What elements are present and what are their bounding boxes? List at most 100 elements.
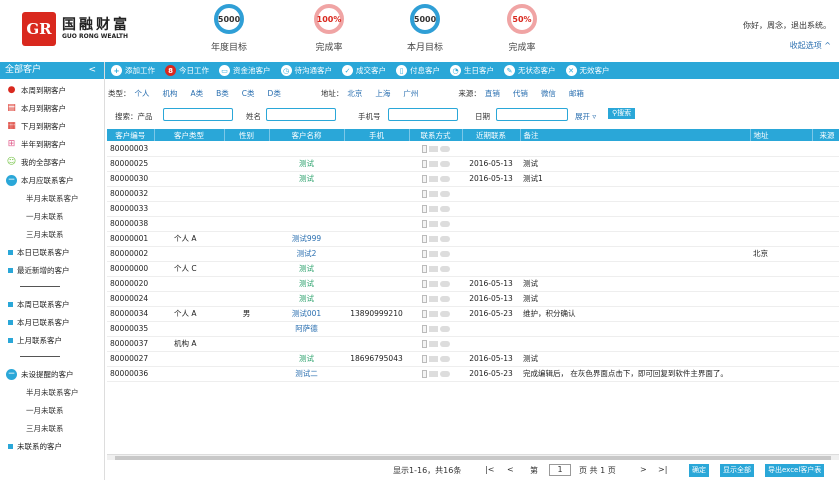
table-row[interactable]: 80000033 [107,201,839,217]
mail-icon[interactable] [428,311,438,317]
filter-source-link[interactable]: 直销 [485,88,500,99]
phone-icon[interactable] [421,325,427,333]
table-row[interactable]: 80000036 测试二 2016-05-23 完成编辑后， 在灰色界面点击下，即可回… [107,366,839,382]
mail-icon[interactable] [428,356,438,362]
page-number-input[interactable]: 1 [549,464,571,476]
fund-pool-button[interactable]: ▭ 资金池客户 [219,65,271,76]
table-row[interactable]: 80000000 个人 C 测试 [107,261,839,277]
pending-contact-button[interactable]: ◷ 待沟通客户 [280,65,332,76]
table-row[interactable]: 80000037 机构 A [107,336,839,352]
filter-type-link[interactable]: 个人 [135,88,150,99]
chat-icon[interactable] [439,236,450,242]
table-row[interactable]: 80000024 测试 2016-05-13 测试 [107,291,839,307]
mail-icon[interactable] [428,176,438,182]
phone-icon[interactable] [421,310,427,318]
mail-icon[interactable] [428,191,438,197]
phone-icon[interactable] [421,235,427,243]
mail-icon[interactable] [428,206,438,212]
mail-icon[interactable] [428,281,438,287]
phone-icon[interactable] [421,175,427,183]
mail-icon[interactable] [428,326,438,332]
invalid-customers-button[interactable]: ✕ 无效客户 [565,65,610,76]
mail-icon[interactable] [428,266,438,272]
column-header[interactable]: 手机 [344,129,410,141]
phone-icon[interactable] [421,370,427,378]
chat-icon[interactable] [439,176,450,182]
interest-customers-button[interactable]: ▯ 付息客户 [396,65,440,76]
chat-icon[interactable] [439,296,450,302]
phone-icon[interactable] [421,220,427,228]
filter-addr-link[interactable]: 广州 [403,88,418,99]
table-row[interactable]: 80000035 阿萨德 [107,321,839,337]
sidebar-item-last-month-contact[interactable]: 上月联系客户 [0,331,104,349]
sidebar-item-week-contacted[interactable]: 本周已联系客户 [0,295,104,313]
phone-icon[interactable] [421,144,427,153]
search-button[interactable]: ⚲搜索 [608,108,636,119]
birthday-customers-button[interactable]: ◔ 生日客户 [450,65,494,76]
phone-icon[interactable] [421,250,427,258]
chat-icon[interactable] [439,191,450,197]
chat-icon[interactable] [439,311,450,317]
sidebar-subitem-half-month[interactable]: 半月未联系客户 [0,383,104,401]
chat-icon[interactable] [439,251,450,257]
filter-type-link[interactable]: A类 [191,88,204,99]
sidebar-item-recent-added[interactable]: 最近新增的客户 [0,261,104,279]
sidebar-item-no-reminder[interactable]: − 未设提醒的客户 [0,365,104,383]
show-all-button[interactable]: 显示全部 [720,464,754,477]
confirm-button[interactable]: 确定 [689,464,709,477]
sidebar-subitem-three-month[interactable]: 三月未联系 [0,225,104,243]
mail-icon[interactable] [428,251,438,257]
filter-type-link[interactable]: 机构 [163,88,178,99]
today-work-button[interactable]: 8 今日工作 [165,65,209,76]
table-row[interactable]: 80000030 测试 2016-05-13 测试1 [107,171,839,187]
sidebar-subitem-half-month[interactable]: 半月未联系客户 [0,189,104,207]
sidebar-item-month-should-contact[interactable]: − 本月应联系客户 [0,171,104,189]
date-input[interactable] [496,108,568,121]
sidebar-item-next-month-due[interactable]: ▦ 下月到期客户 [0,117,104,135]
sidebar-item-not-contacted[interactable]: 未联系的客户 [0,437,104,455]
filter-type-link[interactable]: C类 [242,88,255,99]
sidebar-item-all-mine[interactable]: ☺ 我的全部客户 [0,153,104,171]
column-header[interactable]: 近期联系 [462,129,521,141]
mail-icon[interactable] [428,145,438,152]
sidebar-subitem-one-month[interactable]: 一月未联系 [0,207,104,225]
chat-icon[interactable] [439,356,450,362]
sidebar-item-today-contacted[interactable]: 本日已联系客户 [0,243,104,261]
mail-icon[interactable] [428,221,438,227]
phone-input[interactable] [388,108,458,121]
mail-icon[interactable] [428,341,438,347]
column-header[interactable]: 客户名称 [269,129,345,141]
expand-toggle[interactable]: 展开 ▿ [575,111,596,122]
column-header[interactable]: 备注 [520,129,751,141]
filter-source-link[interactable]: 微信 [541,88,556,99]
table-row[interactable]: 80000002 测试2 北京 [107,246,839,262]
scrollbar-thumb[interactable] [115,456,831,460]
next-page-button[interactable]: > [640,465,647,474]
collapse-options-link[interactable]: 收起选项 ^ [790,40,831,51]
product-input[interactable] [163,108,233,121]
sidebar-subitem-three-month[interactable]: 三月未联系 [0,419,104,437]
chat-icon[interactable] [439,341,450,347]
phone-icon[interactable] [421,295,427,303]
no-status-button[interactable]: ✎ 无状态客户 [504,65,556,76]
sidebar-title[interactable]: 全部客户 < [0,62,104,79]
table-row[interactable]: 80000038 [107,216,839,232]
phone-icon[interactable] [421,355,427,363]
phone-icon[interactable] [421,265,427,273]
column-header[interactable]: 来源 [812,129,839,141]
sidebar-item-month-contacted[interactable]: 本月已联系客户 [0,313,104,331]
add-work-button[interactable]: + 添加工作 [111,65,155,76]
column-header[interactable]: 性别 [224,129,270,141]
sidebar-subitem-one-month[interactable]: 一月未联系 [0,401,104,419]
phone-icon[interactable] [421,160,427,168]
column-header[interactable]: 客户编号 [107,129,155,141]
chat-icon[interactable] [439,281,450,287]
table-row[interactable]: 80000001 个人 A 测试999 [107,231,839,247]
filter-addr-link[interactable]: 上海 [375,88,390,99]
table-row[interactable]: 80000003 [107,141,839,157]
table-row[interactable]: 80000032 [107,186,839,202]
filter-source-link[interactable]: 邮箱 [569,88,584,99]
mail-icon[interactable] [428,371,438,377]
prev-page-button[interactable]: < [507,465,514,474]
horizontal-scrollbar[interactable] [107,454,839,460]
